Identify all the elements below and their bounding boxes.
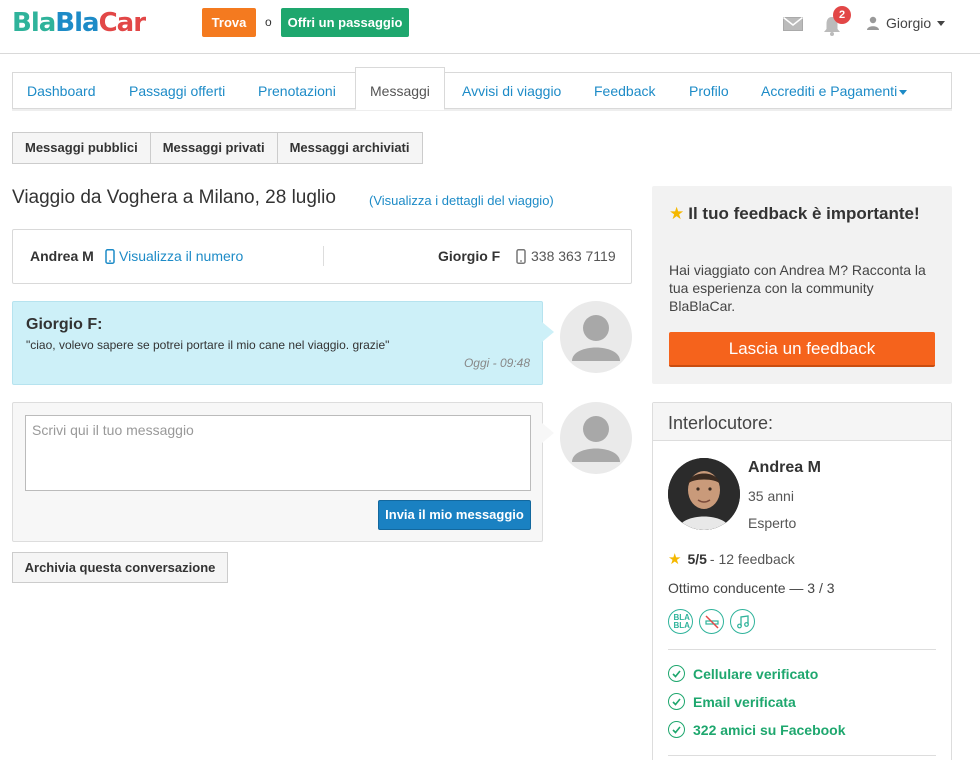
message-text: "ciao, volevo sapere se potrei portare i… xyxy=(26,338,390,352)
message-bubble: Giorgio F: "ciao, volevo sapere se potre… xyxy=(12,301,554,385)
verification-phone: Cellulare verificato xyxy=(668,665,818,682)
offer-ride-button[interactable]: Offri un passaggio xyxy=(281,8,409,37)
notifications-button[interactable]: 2 xyxy=(823,6,851,38)
compose-box: Invia il mio messaggio xyxy=(12,402,554,542)
message-subtabs: Messaggi pubblici Messaggi privati Messa… xyxy=(12,132,423,164)
archive-conversation-button[interactable]: Archivia questa conversazione xyxy=(12,552,228,583)
phone-icon xyxy=(105,249,115,264)
logo-part-3: Car xyxy=(98,8,146,38)
interlocutor-heading: Interlocutore: xyxy=(668,413,774,433)
top-header: BlaBlaCar Trova o Offri un passaggio 2 G… xyxy=(0,0,980,54)
rating-count: - 12 feedback xyxy=(709,551,795,567)
tab-messaggi[interactable]: Messaggi xyxy=(355,67,445,110)
tab-accrediti-pagamenti[interactable]: Accrediti e Pagamenti xyxy=(747,73,921,109)
interlocutor-age: 35 anni xyxy=(748,488,794,504)
find-ride-button[interactable]: Trova xyxy=(202,8,256,37)
user-menu[interactable]: Giorgio xyxy=(866,15,946,31)
star-icon: ★ xyxy=(668,551,682,568)
star-icon: ★ xyxy=(669,204,685,223)
blablacar-logo[interactable]: BlaBlaCar xyxy=(12,8,146,38)
tab-passaggi-offerti[interactable]: Passaggi offerti xyxy=(115,73,239,109)
preference-icons: BLA BLA xyxy=(668,609,755,634)
contact-divider xyxy=(323,246,324,266)
interlocutor-panel: Interlocutore: Andrea M 35 anni Esperto … xyxy=(652,402,952,760)
driver-rating: Ottimo conducente — 3 / 3 xyxy=(668,580,835,596)
profile-photo-icon xyxy=(668,458,740,530)
check-icon xyxy=(668,721,685,738)
feedback-title-text: Il tuo feedback è importante! xyxy=(688,204,920,223)
interlocutor-rating: ★ 5/5 - 12 feedback xyxy=(668,550,795,568)
avatar xyxy=(560,301,632,373)
contact-box: Andrea M Visualizza il numero Giorgio F … xyxy=(12,229,632,284)
check-icon xyxy=(668,665,685,682)
user-placeholder-icon xyxy=(572,315,620,361)
feedback-text: Hai viaggiato con Andrea M? Racconta la … xyxy=(669,262,926,314)
subtab-private-messages[interactable]: Messaggi privati xyxy=(149,132,278,164)
tab-accrediti-label: Accrediti e Pagamenti xyxy=(761,83,898,99)
user-placeholder-icon xyxy=(572,416,620,462)
verification-email: Email verificata xyxy=(668,693,796,710)
message-input[interactable] xyxy=(25,415,531,491)
user-icon xyxy=(867,16,879,30)
message-author: Giorgio F: xyxy=(26,316,103,333)
leave-feedback-button[interactable]: Lascia un feedback xyxy=(669,332,935,367)
message-time: Oggi - 09:48 xyxy=(463,356,530,370)
show-number-link[interactable]: Visualizza il numero xyxy=(119,248,243,264)
phone-icon xyxy=(516,249,526,264)
user-name: Giorgio xyxy=(886,15,932,31)
interlocutor-level: Esperto xyxy=(748,515,797,531)
chat-preference-label: BLA BLA xyxy=(673,612,690,630)
verification-facebook: 322 amici su Facebook xyxy=(668,721,846,738)
verification-label: Cellulare verificato xyxy=(693,665,819,682)
tab-dashboard[interactable]: Dashboard xyxy=(13,73,110,109)
verification-label: 322 amici su Facebook xyxy=(693,721,846,738)
subtab-public-messages[interactable]: Messaggi pubblici xyxy=(12,132,151,164)
trip-title: Viaggio da Voghera a Milano, 28 luglio xyxy=(12,187,336,208)
avatar xyxy=(560,402,632,474)
notification-badge: 2 xyxy=(833,6,851,24)
no-smoking-icon xyxy=(699,609,724,634)
logo-part-1: Bla xyxy=(12,8,56,38)
tab-avvisi-di-viaggio[interactable]: Avvisi di viaggio xyxy=(448,73,575,109)
divider xyxy=(668,755,936,756)
verification-label: Email verificata xyxy=(693,693,796,710)
chevron-down-icon xyxy=(899,89,908,95)
subtab-archived-messages[interactable]: Messaggi archiviati xyxy=(276,132,423,164)
tab-feedback[interactable]: Feedback xyxy=(580,73,669,109)
main-tabs: Dashboard Passaggi offerti Prenotazioni … xyxy=(12,67,952,110)
feedback-title: ★ Il tuo feedback è importante! xyxy=(669,204,929,224)
tab-prenotazioni[interactable]: Prenotazioni xyxy=(244,73,350,109)
trip-details-link[interactable]: (Visualizza i dettagli del viaggio) xyxy=(369,193,554,208)
or-text: o xyxy=(265,15,272,29)
interlocutor-header: Interlocutore: xyxy=(653,403,951,441)
interlocutor-avatar[interactable] xyxy=(668,458,740,530)
other-user-name: Andrea M xyxy=(30,248,94,264)
feedback-panel: ★ Il tuo feedback è importante! Hai viagg… xyxy=(652,186,952,384)
logo-part-2: Bla xyxy=(55,8,99,38)
tab-profilo[interactable]: Profilo xyxy=(675,73,743,109)
chat-preference-icon: BLA BLA xyxy=(668,609,693,634)
check-icon xyxy=(668,693,685,710)
self-phone-number: 338 363 7119 xyxy=(531,248,616,264)
rating-score: 5/5 xyxy=(687,551,707,567)
mail-icon[interactable] xyxy=(783,17,803,31)
chevron-down-icon xyxy=(937,20,946,26)
send-message-button[interactable]: Invia il mio messaggio xyxy=(378,500,531,530)
music-icon xyxy=(730,609,755,634)
divider xyxy=(668,649,936,650)
self-user-name: Giorgio F xyxy=(438,248,501,264)
interlocutor-name[interactable]: Andrea M xyxy=(748,459,821,477)
